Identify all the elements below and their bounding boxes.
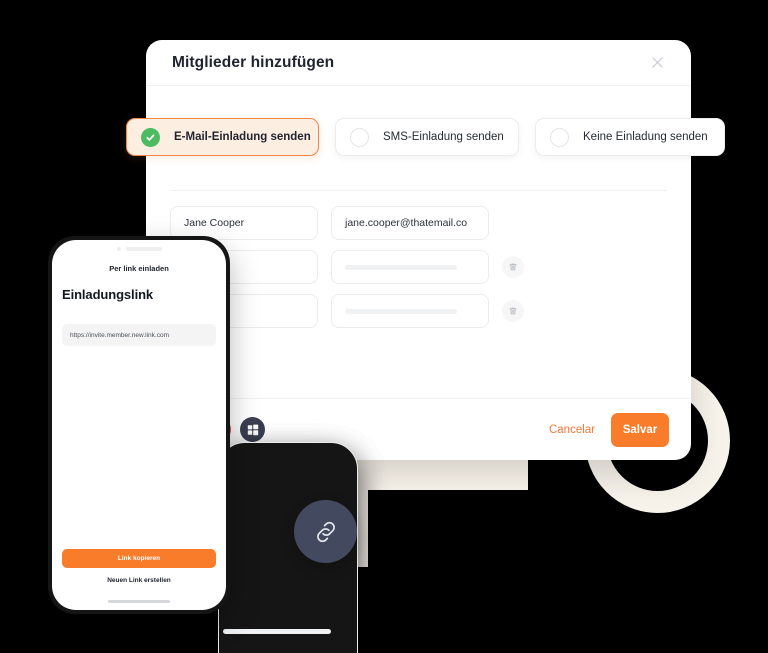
phone-status-bar: [52, 240, 226, 258]
footer-actions: Cancelar Salvar: [549, 412, 669, 447]
create-new-link-button[interactable]: Neuen Link erstellen: [52, 568, 226, 584]
phone-mockup: Per link einladen Einladungslink https:/…: [48, 236, 230, 614]
invitation-type-options: E-Mail-Einladung senden SMS-Einladung se…: [126, 118, 725, 156]
save-button[interactable]: Salvar: [611, 412, 669, 447]
table-row: Jane Cooper jane.cooper@thatemail.co +49…: [170, 206, 690, 653]
close-icon[interactable]: [647, 53, 667, 73]
option-email-invite[interactable]: E-Mail-Einladung senden: [126, 118, 319, 156]
delete-row-button[interactable]: [502, 256, 524, 278]
page-title: Mitglieder hinzufügen: [172, 53, 335, 71]
phone-nav-title: Per link einladen: [109, 264, 169, 273]
phone-content-spacer: [52, 346, 226, 549]
email-field[interactable]: [331, 294, 489, 328]
option-label: SMS-Einladung senden: [383, 131, 504, 143]
cancel-button[interactable]: Cancelar: [549, 424, 595, 436]
email-field[interactable]: [331, 250, 489, 284]
delete-row-button[interactable]: [502, 300, 524, 322]
table-row: [170, 294, 690, 653]
chain-link-bubble[interactable]: [294, 500, 357, 563]
option-sms-invite[interactable]: SMS-Einladung senden: [335, 118, 519, 156]
modal-header: Mitglieder hinzufügen: [146, 40, 691, 86]
option-label: E-Mail-Einladung senden: [174, 131, 311, 143]
name-field[interactable]: Jane Cooper: [170, 206, 318, 240]
phone-heading: Einladungslink: [62, 287, 154, 302]
radio-circle-icon: [350, 127, 369, 147]
page-root: Mitglieder hinzufügen Jane Cooper jane.c…: [0, 0, 768, 653]
placeholder-bar: [345, 264, 457, 270]
status-bar-line: [125, 247, 162, 251]
placeholder-bar: [345, 308, 457, 314]
table-row: [170, 250, 690, 653]
radio-circle-icon: [550, 127, 569, 147]
option-no-invite[interactable]: Keine Einladung senden: [535, 118, 725, 156]
section-divider: [170, 190, 667, 191]
home-indicator: [108, 599, 170, 603]
copy-link-button[interactable]: Link kopieren: [62, 548, 216, 568]
status-dot-icon: [116, 247, 121, 251]
members-list: Jane Cooper jane.cooper@thatemail.co +49…: [170, 206, 690, 653]
check-circle-icon: [141, 127, 160, 147]
email-field[interactable]: jane.cooper@thatemail.co: [331, 206, 489, 240]
phone-screen: Per link einladen Einladungslink https:/…: [52, 240, 226, 610]
option-label: Keine Einladung senden: [583, 131, 708, 143]
delete-spacer: [502, 212, 524, 234]
invite-link-field[interactable]: https://invite.member.new.link.com: [62, 324, 216, 346]
windows-icon[interactable]: [240, 417, 265, 442]
placeholder-bar: [223, 628, 331, 634]
